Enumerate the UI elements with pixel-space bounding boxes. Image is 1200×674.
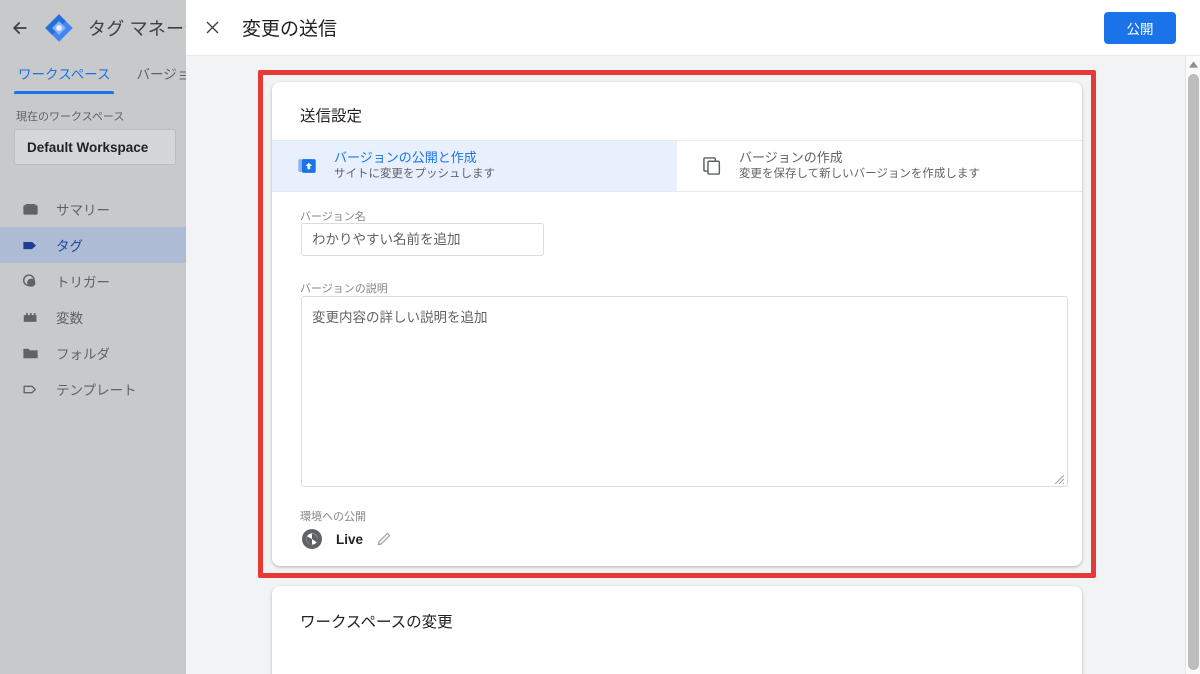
sidebar-nav-list: サマリー タグ <box>0 191 186 407</box>
environment-row: Live <box>300 527 393 551</box>
sidebar-item-summary[interactable]: サマリー <box>0 191 186 227</box>
variable-brick-icon <box>20 307 40 327</box>
template-outline-icon <box>20 379 40 399</box>
option-text: バージョンの作成 変更を保存して新しいバージョンを作成します <box>739 150 980 182</box>
option-text: バージョンの公開と作成 サイトに変更をプッシュします <box>334 150 495 182</box>
back-arrow-icon[interactable] <box>10 17 30 39</box>
environment-name: Live <box>336 532 363 547</box>
option-publish-and-create-version[interactable]: バージョンの公開と作成 サイトに変更をプッシュします <box>272 141 677 191</box>
sidebar-item-templates[interactable]: テンプレート <box>0 371 186 407</box>
option-subtext: サイトに変更をプッシュします <box>334 167 495 181</box>
workspace-selector[interactable]: Default Workspace <box>14 129 176 165</box>
submit-changes-modal: 変更の送信 公開 送信設定 <box>186 0 1200 674</box>
folder-icon <box>20 343 40 363</box>
environment-label: 環境への公開 <box>300 508 366 524</box>
sidebar-item-label: トリガー <box>56 271 110 291</box>
screen-root: タグ マネージャー ワークスペース バージョン 現在のワークスペース Defau… <box>0 0 1200 674</box>
tab-workspace[interactable]: ワークスペース <box>18 56 110 83</box>
sidebar: 現在のワークスペース Default Workspace サマリー <box>0 96 186 674</box>
sidebar-item-triggers[interactable]: トリガー <box>0 263 186 299</box>
modal-header: 変更の送信 公開 <box>186 0 1200 56</box>
version-name-label: バージョン名 <box>300 208 366 224</box>
scroll-up-arrow-icon[interactable] <box>1186 56 1200 72</box>
sidebar-item-label: 変数 <box>56 307 83 327</box>
submission-settings-card: 送信設定 バージョンの公開と作成 サイトに変更をプッシュしま <box>272 82 1082 566</box>
submission-options-row: バージョンの公開と作成 サイトに変更をプッシュします バージョンの <box>272 140 1082 192</box>
version-name-input[interactable] <box>301 223 544 256</box>
publish-upload-icon <box>296 155 318 177</box>
workspace-changes-card: ワークスペースの変更 <box>272 586 1082 674</box>
modal-body: 送信設定 バージョンの公開と作成 サイトに変更をプッシュしま <box>186 56 1200 674</box>
create-version-copy-icon <box>701 155 723 177</box>
option-heading: バージョンの公開と作成 <box>334 150 495 166</box>
sidebar-item-variables[interactable]: 変数 <box>0 299 186 335</box>
sidebar-item-label: タグ <box>56 235 83 255</box>
version-description-textarea[interactable] <box>301 296 1068 487</box>
sidebar-item-folders[interactable]: フォルダ <box>0 335 186 371</box>
environment-globe-icon <box>300 527 324 551</box>
pencil-edit-icon[interactable] <box>375 530 393 548</box>
summary-box-icon <box>20 199 40 219</box>
option-heading: バージョンの作成 <box>739 150 980 166</box>
option-subtext: 変更を保存して新しいバージョンを作成します <box>739 167 980 181</box>
tag-icon <box>20 235 40 255</box>
scrollbar-thumb[interactable] <box>1188 74 1199 670</box>
sidebar-item-label: サマリー <box>56 199 110 219</box>
app-tabs: ワークスペース バージョン <box>0 56 186 96</box>
vertical-scrollbar[interactable] <box>1185 56 1200 674</box>
current-workspace-label: 現在のワークスペース <box>0 96 186 129</box>
tab-versions[interactable]: バージョン <box>136 56 186 83</box>
app-topbar: タグ マネージャー <box>0 0 186 56</box>
option-create-version[interactable]: バージョンの作成 変更を保存して新しいバージョンを作成します <box>677 141 1082 191</box>
modal-title: 変更の送信 <box>242 14 337 41</box>
sidebar-item-label: テンプレート <box>56 379 137 399</box>
trigger-circles-icon <box>20 271 40 291</box>
version-description-label: バージョンの説明 <box>300 280 388 296</box>
sidebar-item-tags[interactable]: タグ <box>0 227 186 263</box>
close-icon[interactable] <box>198 14 226 42</box>
workspace-changes-title: ワークスペースの変更 <box>272 586 1082 632</box>
app-title: タグ マネージャー <box>88 15 186 41</box>
publish-button[interactable]: 公開 <box>1104 12 1176 44</box>
submission-settings-title: 送信設定 <box>272 82 1082 126</box>
google-tag-manager-logo <box>44 13 74 43</box>
sidebar-item-label: フォルダ <box>56 343 110 363</box>
